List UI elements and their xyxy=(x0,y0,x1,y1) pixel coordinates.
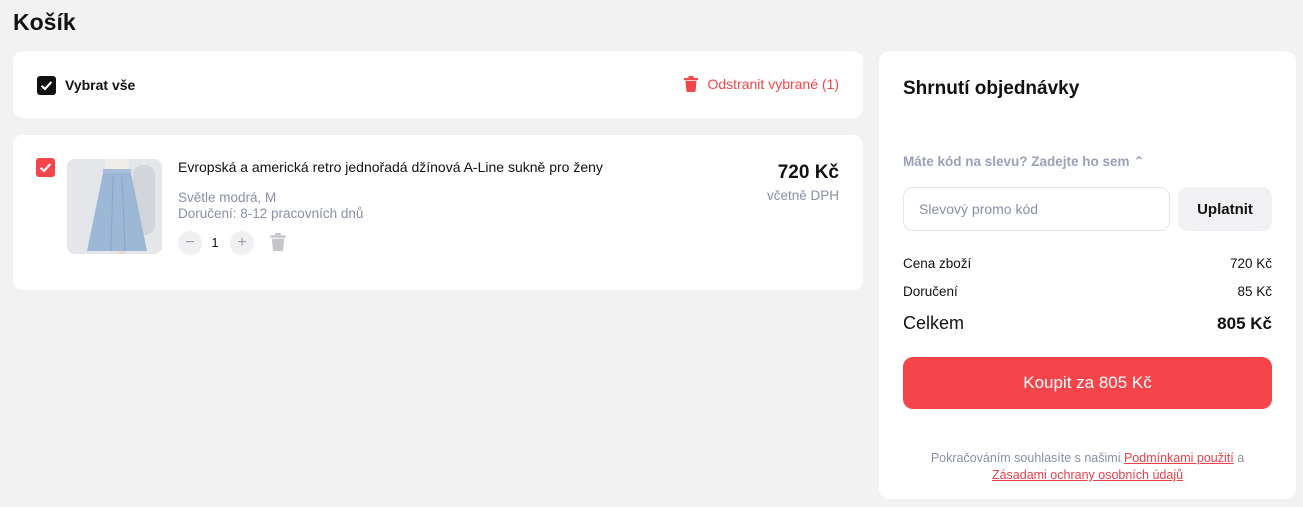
promo-code-input[interactable] xyxy=(903,187,1170,231)
delivery-label: Doručení xyxy=(903,284,958,299)
total-label: Celkem xyxy=(903,313,965,333)
plus-icon: + xyxy=(237,234,247,251)
check-icon xyxy=(39,163,52,173)
delivery-value: 85 Kč xyxy=(1237,284,1272,299)
trash-icon xyxy=(683,76,698,92)
buy-button[interactable]: Koupit za 805 Kč xyxy=(903,357,1272,409)
item-checkbox[interactable] xyxy=(36,158,55,177)
quantity-decrease-button[interactable]: − xyxy=(178,231,202,255)
denim-skirt-photo-icon xyxy=(67,159,162,254)
remove-selected-button[interactable]: Odstranit vybrané (1) xyxy=(683,76,840,92)
select-all-card: Vybrat vše Odstranit vybrané (1) xyxy=(13,51,863,118)
select-all-checkbox[interactable] xyxy=(37,76,56,95)
select-all-label: Vybrat vše xyxy=(65,77,136,93)
page-title: Košík xyxy=(13,9,76,35)
summary-title: Shrnutí objednávky xyxy=(903,78,1080,99)
total-value: 805 Kč xyxy=(1217,314,1272,333)
apply-promo-button[interactable]: Uplatnit xyxy=(1178,187,1272,231)
goods-price-label: Cena zboží xyxy=(903,256,972,271)
privacy-link[interactable]: Zásadami ochrany osobních údajů xyxy=(992,468,1183,482)
minus-icon: − xyxy=(185,234,195,251)
legal-prefix: Pokračováním souhlasíte s našimi xyxy=(930,451,1124,465)
product-price: 720 Kč xyxy=(777,162,839,183)
legal-notice: Pokračováním souhlasíte s našimi Podmínk… xyxy=(903,450,1272,484)
terms-link[interactable]: Podmínkami použití xyxy=(1124,451,1234,465)
quantity-increase-button[interactable]: + xyxy=(230,231,254,255)
product-delivery-time: Doručení: 8-12 pracovních dnů xyxy=(178,206,364,221)
order-summary: Shrnutí objednávky Máte kód na slevu? Za… xyxy=(879,51,1296,499)
goods-price-value: 720 Kč xyxy=(1229,256,1272,271)
product-variant: Světle modrá, M xyxy=(178,190,277,205)
remove-selected-label: Odstranit vybrané (1) xyxy=(707,76,840,92)
cart-item: Evropská a americká retro jednořadá džín… xyxy=(13,135,863,290)
vat-note: včetně DPH xyxy=(766,188,839,203)
quantity-value: 1 xyxy=(211,235,219,250)
product-image[interactable] xyxy=(67,159,162,254)
delete-item-icon[interactable] xyxy=(270,233,286,251)
legal-and: a xyxy=(1233,451,1245,465)
product-name[interactable]: Evropská a americká retro jednořadá džín… xyxy=(178,159,603,175)
promo-code-toggle[interactable]: Máte kód na slevu? Zadejte ho sem ⌃ xyxy=(903,154,1145,170)
check-icon xyxy=(40,81,53,91)
